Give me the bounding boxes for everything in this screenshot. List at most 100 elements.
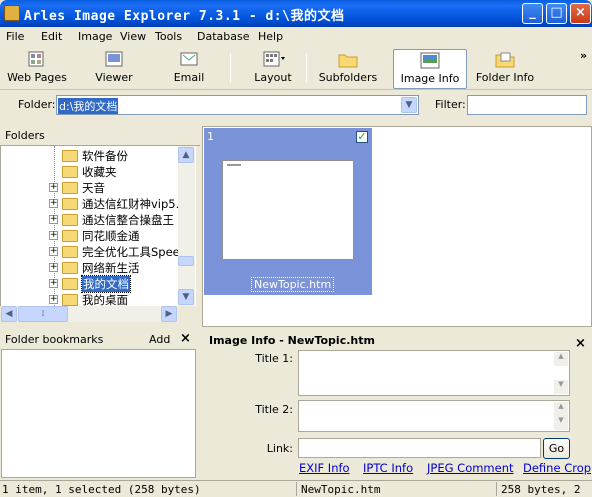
window-title: Arles Image Explorer 7.3.1 - d:\我的文档 xyxy=(24,9,345,24)
exif-info-link[interactable]: EXIF Info xyxy=(299,461,350,475)
bookmarks-title: Folder bookmarks xyxy=(5,333,104,346)
folder-icon xyxy=(62,166,78,178)
scroll-thumb[interactable] xyxy=(178,256,194,266)
thumbnail-filename: NewTopic.htm xyxy=(250,277,335,292)
tree-node-label: 软件备份 xyxy=(82,149,128,163)
toolbar-overflow-chevron-icon[interactable]: » xyxy=(580,49,587,62)
title1-label: Title 1: xyxy=(255,352,293,365)
status-selection: 1 item, 1 selected (258 bytes) xyxy=(2,483,201,496)
web-pages-button[interactable]: Web Pages xyxy=(6,49,68,89)
folder-info-button[interactable]: Folder Info xyxy=(470,49,540,89)
jpeg-comment-link[interactable]: JPEG Comment xyxy=(427,461,514,475)
filter-input[interactable] xyxy=(467,95,587,115)
folder-open-icon xyxy=(62,278,78,290)
toolbar-separator xyxy=(306,53,307,83)
define-crop-link[interactable]: Define Crop xyxy=(523,461,591,475)
web-pages-label: Web Pages xyxy=(7,71,67,84)
close-button[interactable]: × xyxy=(570,3,591,24)
menu-tools[interactable]: Tools xyxy=(155,30,182,43)
close-bookmarks-icon[interactable]: × xyxy=(180,331,191,346)
app-icon[interactable] xyxy=(4,5,20,21)
expand-icon[interactable]: + xyxy=(49,183,58,192)
scroll-up-icon[interactable]: ▲ xyxy=(554,402,568,416)
menu-file[interactable]: File xyxy=(6,30,24,43)
toolbar-separator xyxy=(230,53,231,83)
expand-icon[interactable]: + xyxy=(49,247,58,256)
folder-tree[interactable]: 软件备份 收藏夹 + 天音 + 通达信红财神vip5. + 通达信整合操盘王 +… xyxy=(0,146,196,306)
expand-icon[interactable]: + xyxy=(49,199,58,208)
menu-help[interactable]: Help xyxy=(258,30,283,43)
viewer-icon xyxy=(104,51,124,68)
image-info-header: Image Info - NewTopic.htm × xyxy=(202,334,592,351)
title2-label: Title 2: xyxy=(255,403,293,416)
go-button[interactable]: Go xyxy=(543,438,570,459)
thumbnail-checkbox[interactable]: ✓ xyxy=(356,131,368,143)
folder-icon xyxy=(62,198,78,210)
layout-icon xyxy=(263,51,285,68)
viewer-label: Viewer xyxy=(95,71,133,84)
tree-node-label: 通达信整合操盘王 xyxy=(82,213,174,227)
menu-image[interactable]: Image xyxy=(78,30,112,43)
folder-combobox[interactable]: d:\我的文档 ▼ xyxy=(56,95,419,115)
title2-textarea[interactable]: ▲ ▼ xyxy=(298,400,570,432)
subfolders-label: Subfolders xyxy=(318,71,378,84)
add-bookmark-button[interactable]: Add xyxy=(149,333,170,346)
close-info-icon[interactable]: × xyxy=(575,336,586,351)
bookmarks-list[interactable] xyxy=(1,349,196,478)
link-input[interactable] xyxy=(298,438,541,458)
email-icon xyxy=(179,51,199,68)
tree-node-label: 网络新生活 xyxy=(82,261,140,275)
image-info-button[interactable]: Image Info xyxy=(393,49,467,89)
scroll-up-icon[interactable]: ▲ xyxy=(178,147,194,163)
toolbar: Web Pages Viewer Email Layout Subfolders… xyxy=(0,47,592,90)
folders-title: Folders xyxy=(5,129,45,142)
scroll-left-icon[interactable]: ◀ xyxy=(1,306,17,322)
tree-node-label: 天音 xyxy=(82,181,105,195)
scroll-down-icon[interactable]: ▼ xyxy=(554,416,568,430)
tree-node-label: 通达信红财神vip5. xyxy=(82,197,180,211)
bookmarks-header: Folder bookmarks Add × xyxy=(0,331,200,349)
maximize-button[interactable]: □ xyxy=(546,3,567,24)
status-bar: 1 item, 1 selected (258 bytes) NewTopic.… xyxy=(0,480,592,497)
folder-info-icon xyxy=(495,51,515,68)
scroll-right-icon[interactable]: ▶ xyxy=(161,306,177,322)
iptc-info-link[interactable]: IPTC Info xyxy=(363,461,413,475)
folder-label: Folder: xyxy=(18,98,56,111)
layout-button[interactable]: Layout xyxy=(248,49,298,89)
folder-icon xyxy=(62,246,78,258)
subfolders-button[interactable]: Subfolders xyxy=(314,49,382,89)
thumbnail-preview-text-line xyxy=(227,164,241,166)
expand-icon[interactable]: + xyxy=(49,215,58,224)
expand-icon[interactable]: + xyxy=(49,263,58,272)
status-filename: NewTopic.htm xyxy=(301,483,381,496)
menu-view[interactable]: View xyxy=(120,30,146,43)
scroll-down-icon[interactable]: ▼ xyxy=(178,289,194,305)
expand-icon[interactable]: + xyxy=(49,231,58,240)
expand-icon[interactable]: + xyxy=(49,279,58,288)
scroll-down-icon[interactable]: ▼ xyxy=(554,380,568,394)
tree-horizontal-scrollbar[interactable]: ◀ ⁞ ▶ xyxy=(1,306,178,322)
folder-value: d:\我的文档 xyxy=(58,98,119,114)
tree-node-label: 同花顺金通 xyxy=(82,229,140,243)
image-info-title: Image Info - NewTopic.htm xyxy=(209,334,375,347)
viewer-button[interactable]: Viewer xyxy=(86,49,142,89)
scroll-up-icon[interactable]: ▲ xyxy=(554,352,568,366)
email-label: Email xyxy=(173,71,205,84)
chevron-down-icon[interactable]: ▼ xyxy=(401,97,417,113)
thumbnail-index: 1 xyxy=(207,130,214,143)
thumbnail-image xyxy=(222,160,354,260)
tree-vertical-scrollbar[interactable]: ▲ ▼ xyxy=(178,146,195,306)
menu-edit[interactable]: Edit xyxy=(41,30,62,43)
image-info-label: Image Info xyxy=(400,72,460,85)
folder-icon xyxy=(62,230,78,242)
link-label: Link: xyxy=(266,442,293,455)
scroll-thumb[interactable]: ⁞ xyxy=(18,306,68,322)
expand-icon[interactable]: + xyxy=(49,295,58,304)
email-button[interactable]: Email xyxy=(164,49,214,89)
minimize-button[interactable]: _ xyxy=(522,3,543,24)
menu-database[interactable]: Database xyxy=(197,30,250,43)
folder-icon xyxy=(62,262,78,274)
status-divider xyxy=(496,482,497,496)
folder-icon xyxy=(62,150,78,162)
title1-textarea[interactable]: ▲ ▼ xyxy=(298,350,570,396)
